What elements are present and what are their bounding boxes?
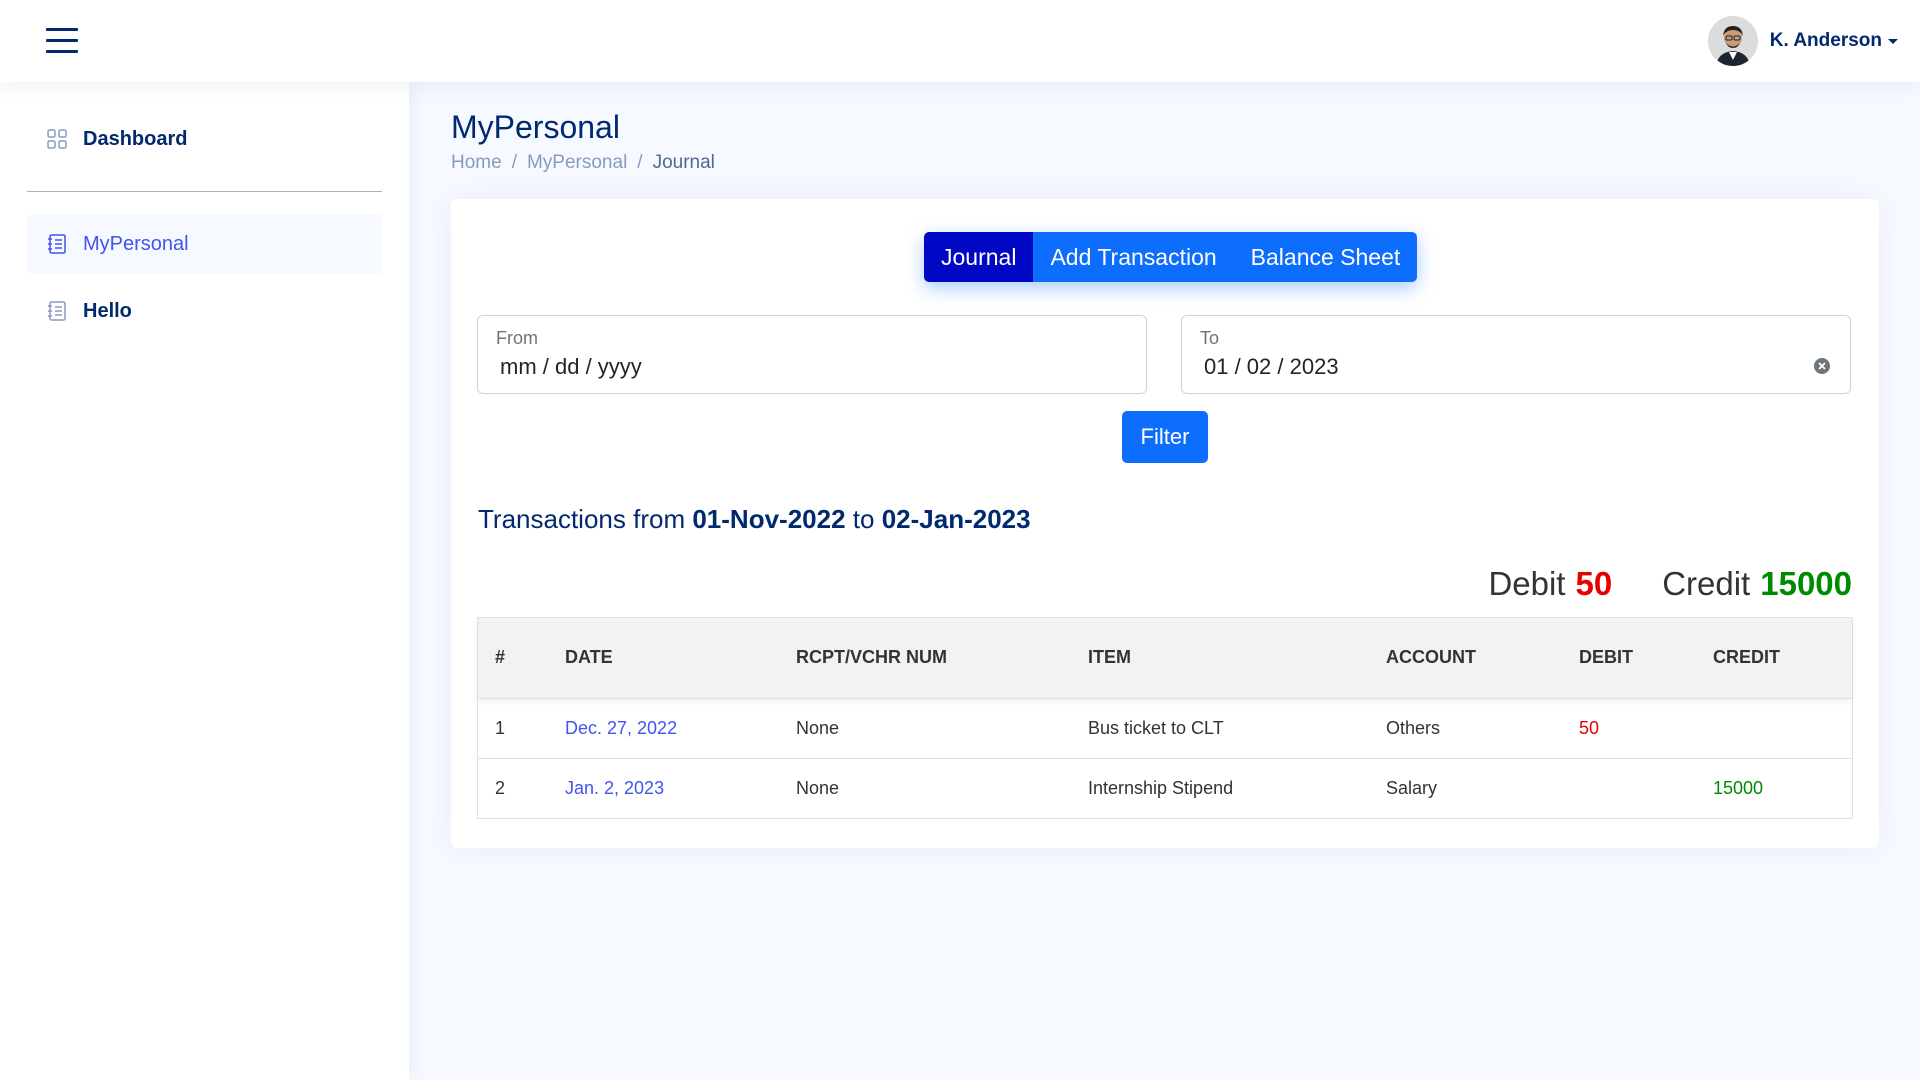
- main-content: MyPersonal Home / MyPersonal / Journal J…: [409, 82, 1920, 1080]
- column-header: RCPT/VCHR NUM: [796, 647, 947, 668]
- breadcrumb: Home / MyPersonal / Journal: [451, 152, 715, 174]
- table-row: 2 Jan. 2, 2023 None Internship Stipend S…: [478, 758, 1852, 818]
- clear-icon[interactable]: [1814, 358, 1830, 374]
- user-name[interactable]: K. Anderson: [1770, 30, 1882, 52]
- tab-balance-sheet[interactable]: Balance Sheet: [1233, 232, 1418, 282]
- sidebar: Dashboard MyPersonal Hello: [0, 82, 409, 1080]
- sidebar-item-label: Dashboard: [83, 127, 188, 150]
- journal-icon: [47, 234, 67, 254]
- avatar[interactable]: [1707, 16, 1758, 66]
- from-label: From: [496, 328, 538, 348]
- range-joiner: to: [852, 504, 875, 534]
- filter-button[interactable]: Filter: [1122, 411, 1208, 463]
- sidebar-divider: [27, 191, 382, 192]
- row-credit: [1696, 698, 1852, 758]
- credit-total-label: Credit: [1662, 565, 1751, 602]
- tab-journal[interactable]: Journal: [924, 232, 1034, 282]
- column-header: ACCOUNT: [1386, 647, 1476, 668]
- row-account: Salary: [1386, 777, 1438, 798]
- hamburger-menu-icon[interactable]: [46, 26, 78, 54]
- row-number: 1: [495, 717, 506, 738]
- journal-icon: [47, 301, 67, 321]
- range-from-date: 01-Nov-2022: [692, 504, 846, 534]
- row-credit: 15000: [1713, 777, 1764, 798]
- column-header: DATE: [565, 647, 613, 668]
- column-header: CREDIT: [1713, 647, 1780, 668]
- sidebar-item-label: Hello: [83, 299, 132, 322]
- user-profile-dropdown[interactable]: K. Anderson: [1707, 16, 1898, 66]
- to-date-field[interactable]: To: [1181, 315, 1851, 394]
- row-date-link[interactable]: Jan. 2, 2023: [548, 758, 779, 818]
- row-number: 2: [495, 777, 506, 798]
- breadcrumb-home[interactable]: Home: [451, 152, 502, 174]
- credit-total-value: 15000: [1760, 565, 1852, 602]
- breadcrumb-current: Journal: [652, 152, 715, 173]
- sidebar-item-mypersonal[interactable]: MyPersonal: [27, 214, 382, 274]
- to-label: To: [1200, 328, 1220, 348]
- breadcrumb-separator: /: [511, 152, 517, 173]
- range-to-date: 02-Jan-2023: [881, 504, 1031, 534]
- tab-group: Journal Add Transaction Balance Sheet: [924, 232, 1418, 282]
- column-header: DEBIT: [1579, 647, 1633, 668]
- column-header: ITEM: [1088, 647, 1131, 668]
- journal-card: Journal Add Transaction Balance Sheet Fr…: [451, 199, 1879, 848]
- breadcrumb-separator: /: [637, 152, 643, 173]
- sidebar-item-hello[interactable]: Hello: [27, 281, 382, 341]
- sidebar-item-dashboard[interactable]: Dashboard: [27, 109, 382, 169]
- from-date-input[interactable]: [500, 354, 1060, 380]
- breadcrumb-mypersonal[interactable]: MyPersonal: [527, 152, 627, 174]
- row-receipt-num: None: [796, 717, 840, 738]
- debit-total-value: 50: [1575, 565, 1613, 602]
- row-debit: [1562, 758, 1696, 818]
- row-account: Others: [1386, 717, 1441, 738]
- page-title: MyPersonal: [451, 109, 620, 145]
- tab-add-transaction[interactable]: Add Transaction: [1033, 232, 1234, 282]
- debit-total-label: Debit: [1488, 565, 1566, 602]
- sidebar-item-label: MyPersonal: [83, 232, 189, 255]
- transactions-range-title: Transactions from 01-Nov-2022 to 02-Jan-…: [478, 504, 1031, 535]
- top-header: K. Anderson: [0, 0, 1920, 82]
- row-receipt-num: None: [796, 777, 840, 798]
- chevron-down-icon[interactable]: [1888, 38, 1898, 44]
- row-debit: 50: [1579, 717, 1600, 738]
- table-row: 1 Dec. 27, 2022 None Bus ticket to CLT O…: [478, 698, 1852, 758]
- row-item: Bus ticket to CLT: [1088, 717, 1224, 738]
- transactions-table: # DATE RCPT/VCHR NUM ITEM ACCOUNT DEBIT …: [477, 617, 1853, 819]
- row-date-link[interactable]: Dec. 27, 2022: [548, 698, 779, 758]
- totals-summary: Debit 50 Credit 15000: [1488, 565, 1852, 603]
- to-date-input[interactable]: [1204, 354, 1764, 380]
- grid-icon: [47, 129, 67, 149]
- row-item: Internship Stipend: [1088, 777, 1234, 798]
- range-prefix: Transactions from: [478, 504, 686, 534]
- from-date-field[interactable]: From: [477, 315, 1147, 394]
- table-header-row: # DATE RCPT/VCHR NUM ITEM ACCOUNT DEBIT …: [478, 618, 1852, 698]
- column-header: #: [495, 647, 506, 668]
